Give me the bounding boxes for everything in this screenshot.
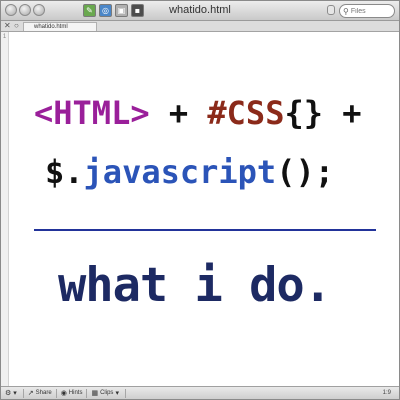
hints-icon: ◉ <box>60 389 67 397</box>
share-icon: ↗ <box>27 389 34 397</box>
plus-sign: + <box>322 94 362 132</box>
share-button[interactable]: ↗ Share <box>28 389 52 397</box>
target-icon[interactable]: ○ <box>14 21 19 31</box>
javascript-text: javascript <box>83 153 277 191</box>
search-input[interactable] <box>350 7 391 15</box>
code-line-html-css: <HTML> + #CSS{} + <box>34 94 399 132</box>
chevron-down-icon: ▾ <box>13 389 17 397</box>
plus-sign: + <box>149 94 208 132</box>
hints-button[interactable]: ◉ Hints <box>61 389 83 397</box>
cursor-position: 1:9 <box>382 390 391 396</box>
divider-line <box>34 229 376 231</box>
settings-menu[interactable]: ⚙ ▾ <box>5 389 19 397</box>
separator <box>55 388 57 398</box>
separator <box>86 388 88 398</box>
line-number: 1 <box>2 34 7 40</box>
call-suffix: (); <box>276 153 334 191</box>
tab-bar: ✕ ○ whatido.html <box>1 21 399 32</box>
gear-icon: ⚙ <box>5 389 12 397</box>
tagline-text: what i do. <box>58 258 332 313</box>
search-icon: ⚲ <box>343 6 349 16</box>
hints-label: Hints <box>68 390 83 396</box>
status-bar: ⚙ ▾ ↗ Share ◉ Hints ▦ Clips ▾ 1:9 <box>1 386 399 399</box>
tab-whatido[interactable]: whatido.html <box>23 22 97 31</box>
separator <box>124 388 126 398</box>
close-tab-icon[interactable]: ✕ <box>4 21 11 31</box>
clips-icon: ▦ <box>91 389 99 397</box>
editor-window: ✎ ◎ ▣ ▪ whatido.html ⚲ ✕ ○ whatido.html … <box>0 0 400 400</box>
file-search[interactable]: ⚲ <box>339 4 395 18</box>
code-line-javascript: $.javascript(); <box>45 153 399 191</box>
chevron-down-icon: ▾ <box>115 389 119 397</box>
css-braces: {} <box>284 94 323 132</box>
line-number-gutter: 1 <box>1 32 9 386</box>
clips-button[interactable]: ▦ Clips ▾ <box>91 389 120 397</box>
clips-label: Clips <box>100 390 114 396</box>
share-label: Share <box>35 390 52 396</box>
css-selector-text: #CSS <box>207 94 285 132</box>
toolbar-toggle-button[interactable] <box>327 5 335 15</box>
jquery-prefix: $. <box>45 153 84 191</box>
title-bar: ✎ ◎ ▣ ▪ whatido.html ⚲ <box>1 1 399 21</box>
separator <box>22 388 24 398</box>
html-tag-text: <HTML> <box>34 94 150 132</box>
